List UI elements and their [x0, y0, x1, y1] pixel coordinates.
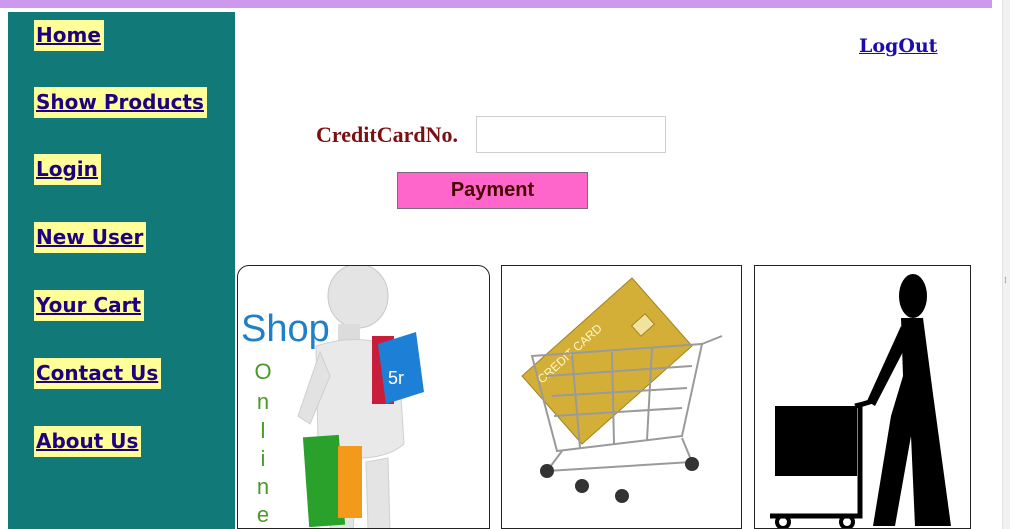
credit-card-input[interactable] — [476, 116, 666, 153]
nav-link-your-cart[interactable]: Your Cart — [34, 290, 145, 321]
nav-link-new-user[interactable]: New User — [34, 222, 147, 253]
sidebar-nav: Home Show Products Login New User Your C… — [8, 12, 235, 529]
credit-card-icon: CREDIT CARD — [521, 277, 693, 445]
bag-text: 5r — [388, 368, 404, 388]
top-accent-bar — [0, 0, 992, 8]
online-letter-o: O — [254, 359, 271, 384]
nav-link-about-us[interactable]: About Us — [34, 426, 142, 457]
online-letter-i: i — [261, 446, 266, 471]
shopper-silhouette-icon — [867, 274, 951, 526]
cart-silhouette-icon — [770, 398, 874, 528]
vertical-scrollbar[interactable] — [1002, 0, 1010, 529]
credit-card-cart-image: CREDIT CARD — [501, 265, 742, 529]
online-letter-n: n — [257, 389, 269, 414]
nav-link-home[interactable]: Home — [34, 20, 104, 51]
nav-link-login[interactable]: Login — [34, 154, 101, 185]
credit-card-label: CreditCardNo. — [316, 122, 458, 147]
shop-online-image: Shop O n l i n e 5r — [237, 265, 490, 529]
payment-button[interactable]: Payment — [397, 172, 588, 209]
online-letter-l: l — [261, 418, 266, 443]
logout-link[interactable]: LogOut — [859, 35, 937, 57]
shop-word: Shop — [241, 308, 330, 350]
online-letter-e: e — [257, 502, 269, 527]
nav-link-contact-us[interactable]: Contact Us — [34, 358, 162, 389]
nav-link-show-products[interactable]: Show Products — [34, 87, 207, 118]
shopper-silhouette-image — [754, 265, 971, 529]
scrollbar-grip-icon[interactable]: ⁞ — [1004, 277, 1007, 286]
online-letter-n2: n — [257, 474, 269, 499]
